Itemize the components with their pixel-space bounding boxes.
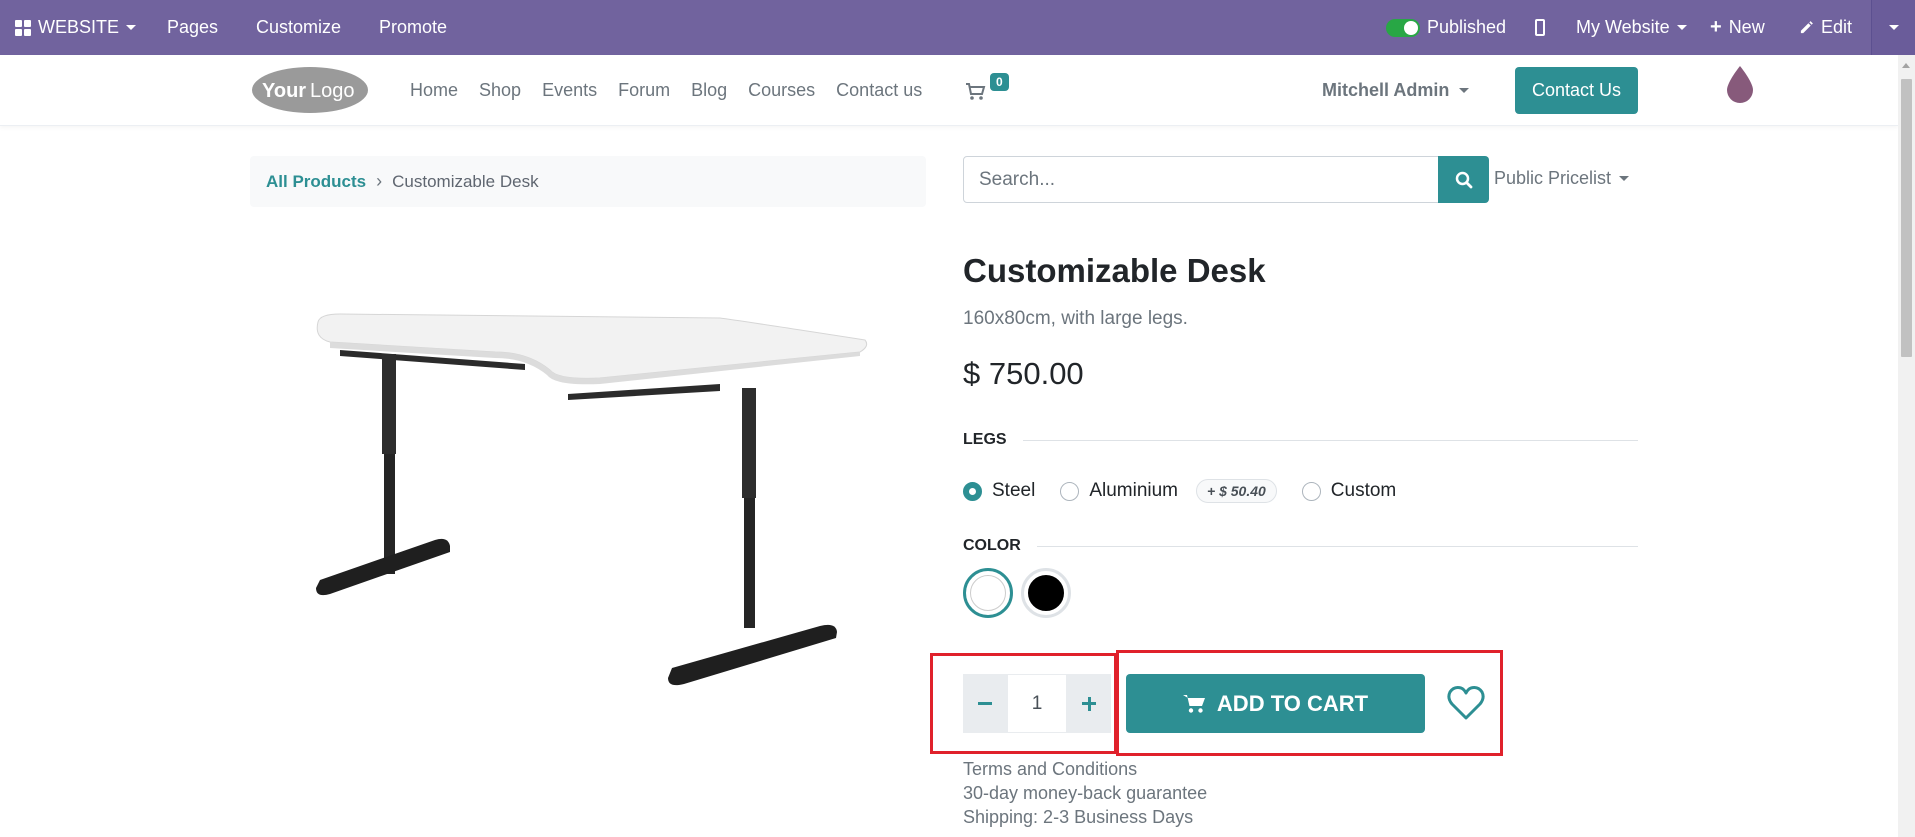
chevron-down-icon bbox=[126, 25, 137, 30]
search-button[interactable] bbox=[1438, 156, 1489, 203]
published-toggle[interactable]: Published bbox=[1386, 0, 1506, 55]
new-label: New bbox=[1728, 17, 1765, 37]
product-image bbox=[316, 313, 868, 686]
edit-label: Edit bbox=[1821, 17, 1853, 37]
shopping-cart-icon bbox=[966, 83, 986, 100]
chevron-down-icon bbox=[1676, 25, 1687, 30]
odoo-drop-icon[interactable] bbox=[1725, 64, 1755, 104]
svg-text:Your: Your bbox=[262, 80, 306, 102]
color-attribute-header: COLOR bbox=[963, 535, 1638, 557]
nav-home[interactable]: Home bbox=[410, 80, 458, 101]
legs-label: LEGS bbox=[963, 431, 1007, 448]
svg-text:Logo: Logo bbox=[310, 80, 355, 102]
published-label: Published bbox=[1427, 17, 1507, 37]
nav-forum[interactable]: Forum bbox=[618, 80, 670, 101]
site-logo[interactable]: Your Logo bbox=[250, 65, 370, 115]
website-menu[interactable]: WEBSITE bbox=[15, 0, 137, 55]
my-website-menu[interactable]: My Website bbox=[1576, 0, 1687, 55]
product-price: $ 750.00 bbox=[963, 356, 1084, 391]
edit-button[interactable]: Edit bbox=[1799, 0, 1852, 55]
color-label: COLOR bbox=[963, 537, 1021, 554]
promote-menu[interactable]: Promote bbox=[379, 0, 447, 55]
site-header: Your Logo Home Shop Events Forum Blog Co… bbox=[0, 55, 1898, 126]
customize-menu[interactable]: Customize bbox=[256, 0, 341, 55]
highlight-box-quantity bbox=[930, 653, 1117, 754]
admin-bar: WEBSITE Pages Customize Promote Publishe… bbox=[0, 0, 1915, 55]
user-menu[interactable]: Mitchell Admin bbox=[1322, 55, 1470, 126]
customize-label: Customize bbox=[256, 17, 342, 37]
toggle-switch-icon[interactable] bbox=[1386, 18, 1420, 37]
breadcrumb-current: Customizable Desk bbox=[392, 171, 539, 191]
contact-us-button[interactable]: Contact Us bbox=[1515, 67, 1638, 114]
legs-option-custom[interactable]: Custom bbox=[1301, 480, 1397, 502]
legs-option-steel[interactable]: Steel bbox=[963, 480, 1035, 502]
legs-option-label: Custom bbox=[1330, 480, 1397, 501]
pricelist-dropdown[interactable]: Public Pricelist bbox=[1494, 156, 1630, 200]
breadcrumb: All Products › Customizable Desk bbox=[250, 156, 926, 207]
cart-count-badge: 0 bbox=[990, 73, 1009, 91]
product-terms: Terms and Conditions 30-day money-back g… bbox=[963, 757, 1207, 829]
color-divider bbox=[1036, 545, 1638, 547]
legs-option-aluminium[interactable]: Aluminium + $ 50.40 bbox=[1060, 479, 1277, 503]
nav-courses[interactable]: Courses bbox=[748, 80, 815, 101]
product-description: 160x80cm, with large legs. bbox=[963, 308, 1188, 329]
pages-label: Pages bbox=[167, 17, 219, 37]
mobile-phone-icon bbox=[1535, 19, 1545, 36]
user-name: Mitchell Admin bbox=[1322, 80, 1450, 100]
nav-contact-us[interactable]: Contact us bbox=[836, 80, 922, 101]
website-menu-label: WEBSITE bbox=[38, 17, 120, 37]
terms-and-conditions-link[interactable]: Terms and Conditions bbox=[963, 757, 1207, 781]
chevron-down-icon bbox=[1888, 25, 1899, 30]
radio-unchecked-icon[interactable] bbox=[1301, 481, 1321, 501]
page-scrollbar[interactable] bbox=[1898, 55, 1915, 837]
breadcrumb-separator-icon: › bbox=[376, 171, 383, 191]
highlight-box-add-to-cart bbox=[1116, 650, 1503, 756]
color-swatches bbox=[963, 568, 1071, 618]
pages-menu[interactable]: Pages bbox=[167, 0, 218, 55]
swatch-fill bbox=[1028, 575, 1064, 611]
pencil-icon bbox=[1800, 21, 1813, 34]
main-nav: Home Shop Events Forum Blog Courses Cont… bbox=[410, 55, 922, 126]
swatch-fill bbox=[970, 575, 1006, 611]
shipping-text: Shipping: 2-3 Business Days bbox=[963, 807, 1194, 827]
new-button[interactable]: + New bbox=[1710, 0, 1765, 55]
color-swatch-black[interactable] bbox=[1021, 568, 1071, 618]
nav-blog[interactable]: Blog bbox=[691, 80, 727, 101]
search-icon bbox=[1455, 171, 1472, 188]
legs-option-label: Steel bbox=[992, 480, 1036, 501]
plus-icon: + bbox=[1710, 16, 1722, 38]
pricelist-label: Public Pricelist bbox=[1494, 167, 1612, 188]
radio-checked-icon[interactable] bbox=[963, 481, 982, 501]
nav-shop[interactable]: Shop bbox=[479, 80, 521, 101]
product-title: Customizable Desk bbox=[963, 252, 1266, 289]
cart-link[interactable]: 0 bbox=[966, 73, 1014, 105]
mobile-preview-button[interactable] bbox=[1535, 0, 1545, 55]
nav-events[interactable]: Events bbox=[542, 80, 597, 101]
legs-option-label: Aluminium bbox=[1089, 480, 1179, 501]
chevron-down-icon bbox=[1459, 88, 1470, 93]
search-input[interactable]: Search... bbox=[963, 156, 1439, 203]
scrollbar-thumb[interactable] bbox=[1901, 79, 1912, 357]
scroll-up-arrow-icon[interactable] bbox=[1902, 63, 1910, 68]
legs-options: Steel Aluminium + $ 50.40 Custom bbox=[963, 476, 1396, 506]
price-extra-badge: + $ 50.40 bbox=[1196, 479, 1277, 503]
chevron-down-icon bbox=[1619, 175, 1630, 181]
legs-divider bbox=[1022, 439, 1638, 441]
legs-attribute-header: LEGS bbox=[963, 429, 1638, 451]
color-swatch-white[interactable] bbox=[963, 568, 1013, 618]
admin-dropdown-toggle[interactable] bbox=[1871, 0, 1915, 55]
apps-icon bbox=[15, 19, 31, 36]
radio-unchecked-icon[interactable] bbox=[1060, 481, 1080, 501]
guarantee-text: 30-day money-back guarantee bbox=[963, 783, 1208, 803]
breadcrumb-all-products[interactable]: All Products bbox=[266, 172, 366, 192]
my-website-label: My Website bbox=[1576, 17, 1670, 37]
promote-label: Promote bbox=[379, 17, 448, 37]
